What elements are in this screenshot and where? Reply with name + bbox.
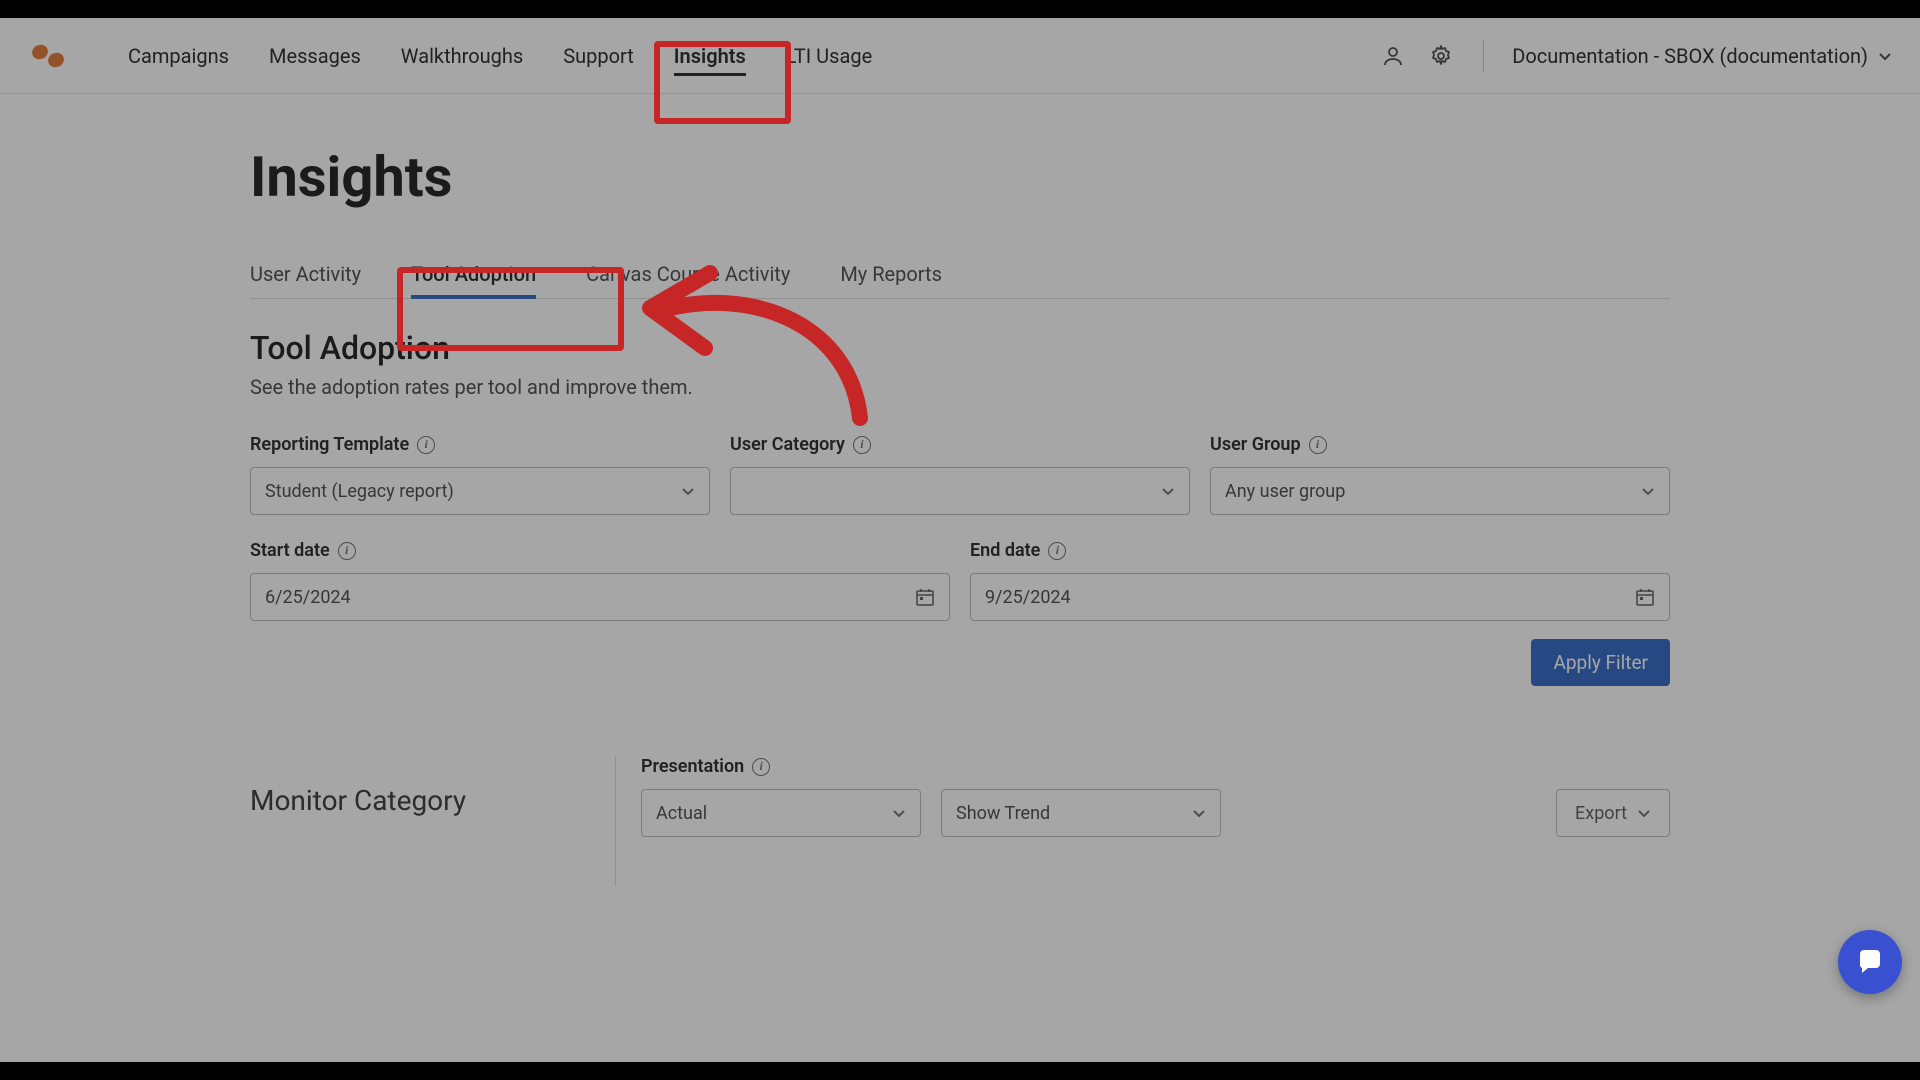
section-description: See the adoption rates per tool and impr…	[250, 375, 1670, 399]
user-icon[interactable]	[1379, 42, 1407, 70]
info-icon[interactable]: i	[752, 758, 770, 776]
nav-campaigns[interactable]: Campaigns	[108, 34, 249, 78]
chevron-down-icon	[1641, 484, 1655, 498]
chevron-down-icon	[1878, 49, 1892, 63]
info-icon[interactable]: i	[1309, 436, 1327, 454]
nav-walkthroughs[interactable]: Walkthroughs	[381, 34, 543, 78]
user-group-select[interactable]: Any user group	[1210, 467, 1670, 515]
insights-tabs: User Activity Tool Adoption Canvas Cours…	[250, 250, 1670, 299]
top-navbar: Campaigns Messages Walkthroughs Support …	[0, 18, 1920, 94]
chevron-down-icon	[1161, 484, 1175, 498]
chat-icon	[1856, 948, 1884, 976]
start-date-input[interactable]: 6/25/2024	[250, 573, 950, 621]
divider	[1483, 40, 1484, 72]
user-category-label: User Category i	[730, 434, 1190, 455]
presentation-trend-select[interactable]: Show Trend	[941, 789, 1221, 837]
info-icon[interactable]: i	[338, 542, 356, 560]
chevron-down-icon	[1637, 806, 1651, 820]
info-icon[interactable]: i	[417, 436, 435, 454]
help-chat-fab[interactable]	[1838, 930, 1902, 994]
user-group-label: User Group i	[1210, 434, 1670, 455]
info-icon[interactable]: i	[853, 436, 871, 454]
presentation-label: Presentation i	[641, 756, 1670, 777]
start-date-label: Start date i	[250, 540, 950, 561]
end-date-input[interactable]: 9/25/2024	[970, 573, 1670, 621]
reporting-template-select[interactable]: Student (Legacy report)	[250, 467, 710, 515]
page-title: Insights	[250, 144, 1670, 210]
user-category-select[interactable]	[730, 467, 1190, 515]
logo-icon	[28, 36, 68, 76]
presentation-actual-select[interactable]: Actual	[641, 789, 921, 837]
export-button[interactable]: Export	[1556, 789, 1670, 837]
main-nav: Campaigns Messages Walkthroughs Support …	[108, 34, 892, 78]
account-label: Documentation - SBOX (documentation)	[1512, 44, 1868, 68]
end-date-label: End date i	[970, 540, 1670, 561]
section-title: Tool Adoption	[250, 329, 1670, 367]
monitor-category-heading: Monitor Category	[250, 756, 570, 817]
nav-support[interactable]: Support	[543, 34, 654, 78]
info-icon[interactable]: i	[1048, 542, 1066, 560]
tab-user-activity[interactable]: User Activity	[250, 250, 361, 298]
apply-filter-button[interactable]: Apply Filter	[1531, 639, 1670, 686]
nav-messages[interactable]: Messages	[249, 34, 381, 78]
nav-insights[interactable]: Insights	[654, 34, 766, 78]
tab-canvas-course-activity[interactable]: Canvas Course Activity	[586, 250, 790, 298]
chevron-down-icon	[892, 806, 906, 820]
reporting-template-label: Reporting Template i	[250, 434, 710, 455]
account-switcher[interactable]: Documentation - SBOX (documentation)	[1512, 44, 1892, 68]
chevron-down-icon	[681, 484, 695, 498]
calendar-icon	[915, 587, 935, 607]
tab-my-reports[interactable]: My Reports	[840, 250, 942, 298]
nav-lti-usage[interactable]: LTI Usage	[766, 34, 892, 78]
brand-logo[interactable]	[28, 36, 68, 76]
vertical-divider	[615, 756, 616, 886]
tab-tool-adoption[interactable]: Tool Adoption	[411, 250, 536, 298]
chevron-down-icon	[1192, 806, 1206, 820]
gear-icon[interactable]	[1427, 42, 1455, 70]
calendar-icon	[1635, 587, 1655, 607]
